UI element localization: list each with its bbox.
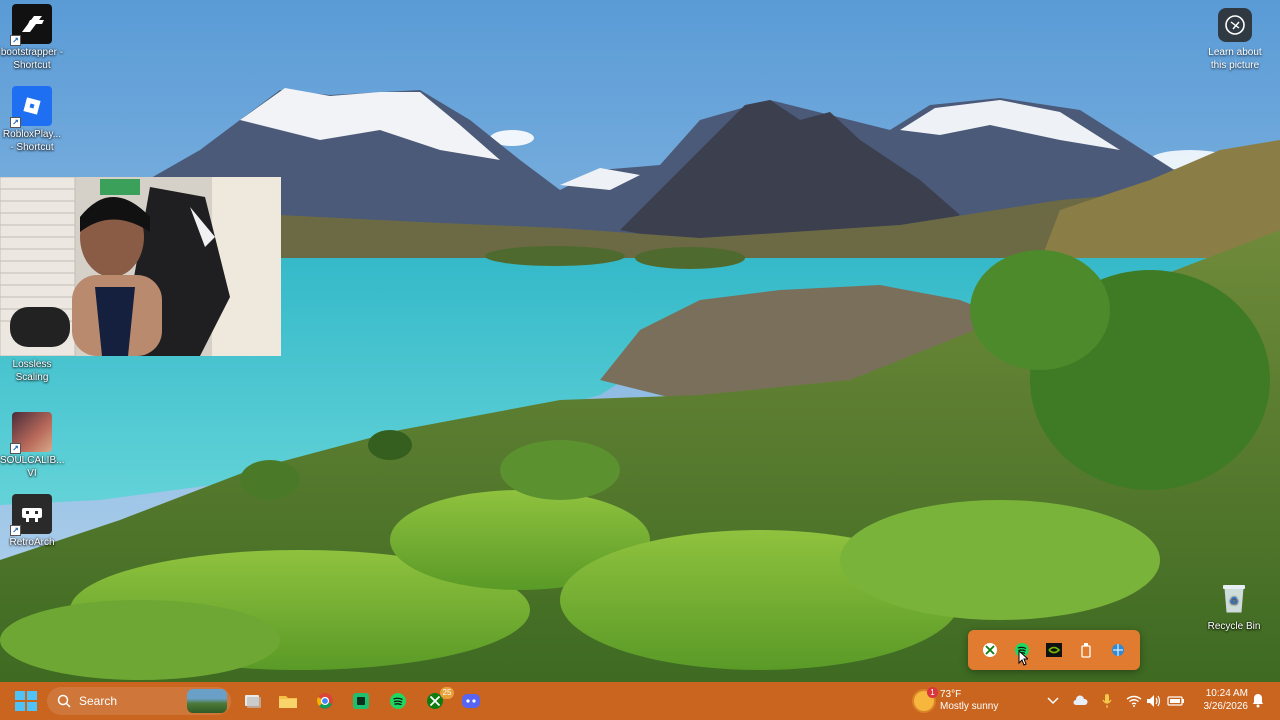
start-button[interactable] [14,690,38,712]
battery-button[interactable] [1166,690,1186,712]
show-hidden-icons-button[interactable] [1043,690,1063,712]
learn-about-picture[interactable]: Learn about this picture [1200,8,1270,72]
desktop-icon-label: SOULCALIB... VI [0,455,65,479]
shortcut-arrow-icon: ↗ [10,525,21,536]
task-view-icon [245,695,261,708]
network-icon[interactable] [1107,639,1129,661]
microphone-button[interactable] [1097,690,1117,712]
weather-temp: 73°F [940,689,962,700]
desktop-icon-soulcalibur[interactable]: ↗ SOULCALIB... VI [0,412,64,480]
desktop-icon-retroarch[interactable]: ↗ RetroArch [0,494,64,549]
mouse-cursor-icon [1018,650,1028,666]
search-placeholder: Search [79,694,118,708]
taskbar-search[interactable]: Search [47,687,231,715]
desktop-icon-label: Lossless Scaling [12,359,52,383]
spotify-button[interactable] [383,687,413,715]
chrome-button[interactable] [310,687,340,715]
sun-icon: 1 [914,687,938,711]
volume-button[interactable] [1144,690,1164,712]
app-icon [353,693,369,709]
clock-date: 3/26/2026 [1203,701,1249,712]
taskbar-clock[interactable]: 10:24 AM 3/26/2026 [1194,687,1249,713]
desktop-icon-label: RetroArch [9,537,55,548]
usb-icon[interactable] [1075,639,1097,661]
bootstrapper-icon: ↗ [10,4,52,46]
wifi-button[interactable] [1124,690,1144,712]
app-button[interactable] [346,687,376,715]
soulcalibur-icon: ↗ [10,412,52,454]
clock-time: 10:24 AM [1205,688,1248,699]
recycle-bin-icon: ♻ [1214,578,1254,618]
xbox-badge: 25 [440,687,454,699]
shortcut-arrow-icon: ↗ [10,35,21,46]
camera-icon [1218,8,1252,42]
chrome-icon [317,693,333,709]
chevron-down-icon [1047,697,1059,705]
search-highlight-image [187,689,227,713]
windows-icon [15,691,37,711]
desktop-icon-recycle-bin[interactable]: ♻ Recycle Bin [1202,578,1266,633]
desktop-icon-label: bootstrapper - Shortcut [0,47,64,71]
wifi-icon [1126,695,1142,707]
taskbar: Search 25 1 73°F Mostly sunny 10:24 AM 3… [0,682,1280,720]
webcam-overlay [0,177,281,356]
shortcut-arrow-icon: ↗ [10,117,21,128]
shortcut-arrow-icon: ↗ [10,443,21,454]
retroarch-icon: ↗ [10,494,52,536]
xbox-icon[interactable] [979,639,1001,661]
weather-condition: Mostly sunny [940,701,999,712]
file-explorer-button[interactable] [273,687,303,715]
notification-button[interactable] [1251,692,1265,708]
weather-badge: 1 [927,687,938,698]
tray-overflow-flyout [968,630,1140,670]
discord-icon [462,694,480,708]
desktop-icon-bootstrapper[interactable]: ↗ bootstrapper - Shortcut [0,4,64,72]
task-view-button[interactable] [238,687,268,715]
desktop-icon-lossless-scaling[interactable]: Lossless Scaling [0,358,64,384]
nvidia-icon[interactable] [1043,639,1065,661]
learn-about-picture-label: Learn about this picture [1208,47,1262,71]
svg-text:♻: ♻ [1230,596,1239,607]
xbox-button[interactable]: 25 [420,687,454,715]
file-explorer-icon [279,696,297,708]
speaker-icon [1147,695,1161,707]
microphone-icon [1102,694,1112,708]
onedrive-button[interactable] [1070,690,1090,712]
desktop-icon-label: RobloxPlay... - Shortcut [2,129,62,153]
roblox-icon: ↗ [10,86,52,128]
search-icon [57,694,71,708]
cloud-icon [1073,695,1088,705]
desktop-icon-robloxplayer[interactable]: ↗ RobloxPlay... - Shortcut [0,86,64,154]
bell-icon [1253,694,1263,708]
spotify-icon [390,693,406,709]
discord-button[interactable] [456,687,486,715]
desktop-icon-label: Recycle Bin [1207,621,1261,632]
battery-icon [1167,696,1184,706]
weather-widget[interactable]: 1 73°F Mostly sunny [914,687,1034,715]
